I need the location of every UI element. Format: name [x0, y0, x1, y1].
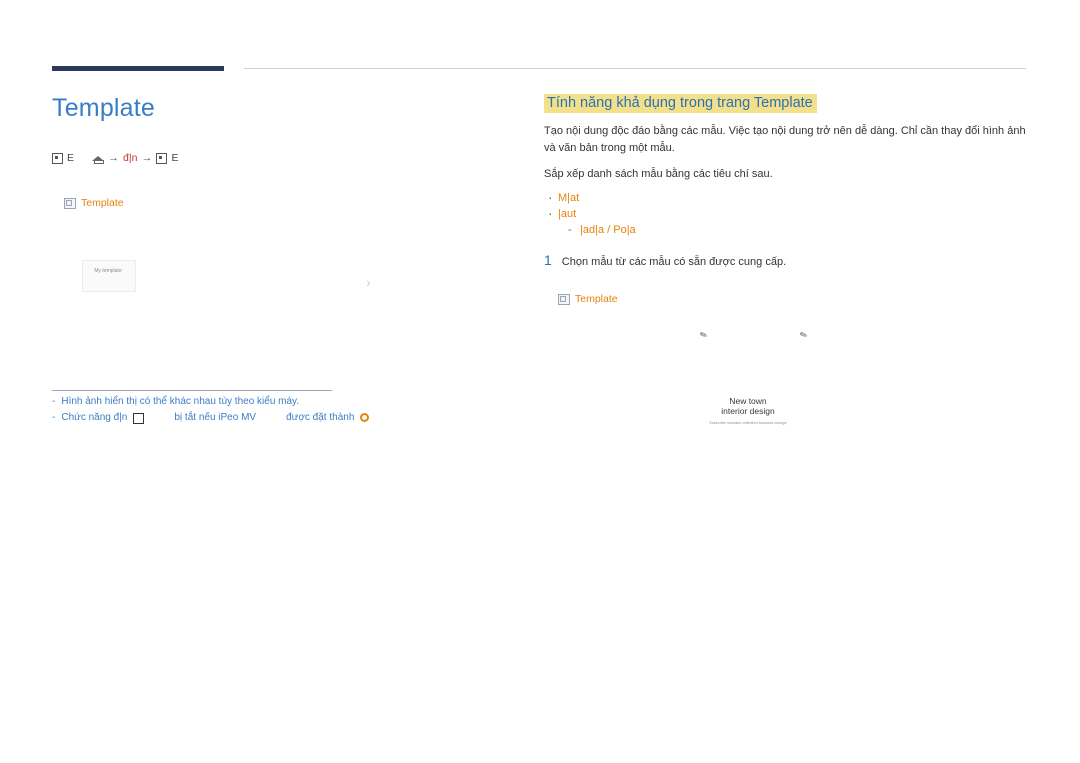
template-preview-line-1: New town	[729, 396, 767, 406]
note-text-2a: Chức năng đ|n	[61, 412, 128, 423]
right-screenshot-mock: ✎ ✎ New town interior design Subscribe n…	[558, 312, 1018, 452]
criteria-item-2: |aut |ad|a / Po|a	[544, 205, 1026, 236]
document-page: Template E → đ|n → E Template My templat…	[0, 0, 1080, 763]
step-1-text: Chọn mẫu từ các mẫu có sẵn được cung cấp…	[561, 255, 787, 268]
window-icon-right	[558, 293, 570, 305]
section-title: Tính năng khả dụng trong trang Template	[544, 94, 817, 113]
left-screenshot-caption: Template	[64, 197, 124, 209]
right-screenshot-caption: Template	[558, 293, 618, 305]
criteria-sublist: |ad|a / Po|a	[558, 224, 1026, 236]
menu-path-start-label: E	[67, 152, 75, 164]
note-text-2c: được đặt thành	[286, 412, 355, 423]
screen-icon-end	[156, 152, 168, 164]
criteria-item-1: M|at	[544, 189, 1026, 205]
screen-icon	[52, 152, 63, 164]
template-preview-card: New town interior design Subscribe nowta…	[668, 396, 828, 425]
step-1-number: 1	[544, 251, 552, 268]
gear-icon	[360, 413, 370, 422]
notes-block: - Hình ảnh hiển thị có thể khác nhau tùy…	[52, 391, 472, 424]
criteria-item-1-label: M|at	[558, 191, 580, 204]
note-text-2b: bị tắt nếu iPeo MV	[174, 412, 257, 423]
right-column: Tính năng khả dụng trong trang Template …	[544, 94, 1026, 268]
step-1: 1 Chọn mẫu từ các mẫu có sẵn được cung c…	[544, 252, 1026, 268]
note-item-1: - Hình ảnh hiển thị có thể khác nhau tùy…	[52, 396, 472, 407]
note-text-1: Hình ảnh hiển thị có thể khác nhau tùy t…	[61, 396, 300, 407]
header-accent-rule	[52, 66, 224, 71]
template-preview-line-2: interior design	[721, 406, 775, 416]
window-icon	[64, 197, 76, 209]
section-paragraph-1: Tạo nội dung độc đáo bằng các mẫu. Việc …	[544, 125, 1026, 154]
menu-path-breadcrumb: E → đ|n → E	[52, 152, 178, 164]
screen-icon-note	[133, 413, 145, 424]
pencil-icon-1: ✎	[698, 329, 709, 342]
menu-path-arrow-2: →	[141, 152, 153, 164]
criteria-subitem-1: |ad|a / Po|a	[558, 224, 1026, 236]
template-thumbnail	[82, 260, 136, 292]
pencil-icon-2: ✎	[798, 329, 809, 342]
note-dash-1: -	[52, 396, 56, 407]
criteria-item-2-label: |aut	[558, 207, 577, 220]
template-preview-line-3: Subscribe nowtake unlimited amounts chan…	[709, 421, 787, 425]
left-screenshot-mock: My template ›	[52, 216, 371, 374]
right-screenshot-caption-text: Template	[575, 293, 618, 305]
home-icon	[92, 153, 105, 164]
chevron-right-icon: ›	[366, 274, 371, 290]
left-screenshot-caption-text: Template	[81, 197, 124, 209]
menu-path-end-label: E	[171, 152, 179, 164]
note-item-2: - Chức năng đ|n bị tắt nếu iPeo MV được …	[52, 412, 472, 424]
menu-path-step-1: đ|n	[123, 152, 138, 164]
template-thumbnail-caption: My template	[94, 268, 122, 274]
section-paragraph-2: Sắp xếp danh sách mẫu bằng các tiêu chí …	[544, 168, 773, 180]
page-title: Template	[52, 94, 156, 122]
criteria-list: M|at |aut |ad|a / Po|a	[544, 189, 1026, 236]
menu-path-arrow-1: →	[108, 152, 120, 164]
left-column: Template	[52, 94, 472, 123]
note-dash-2: -	[52, 412, 56, 423]
header-rule	[244, 68, 1026, 69]
criteria-subitem-1-label: |ad|a / Po|a	[580, 223, 636, 236]
